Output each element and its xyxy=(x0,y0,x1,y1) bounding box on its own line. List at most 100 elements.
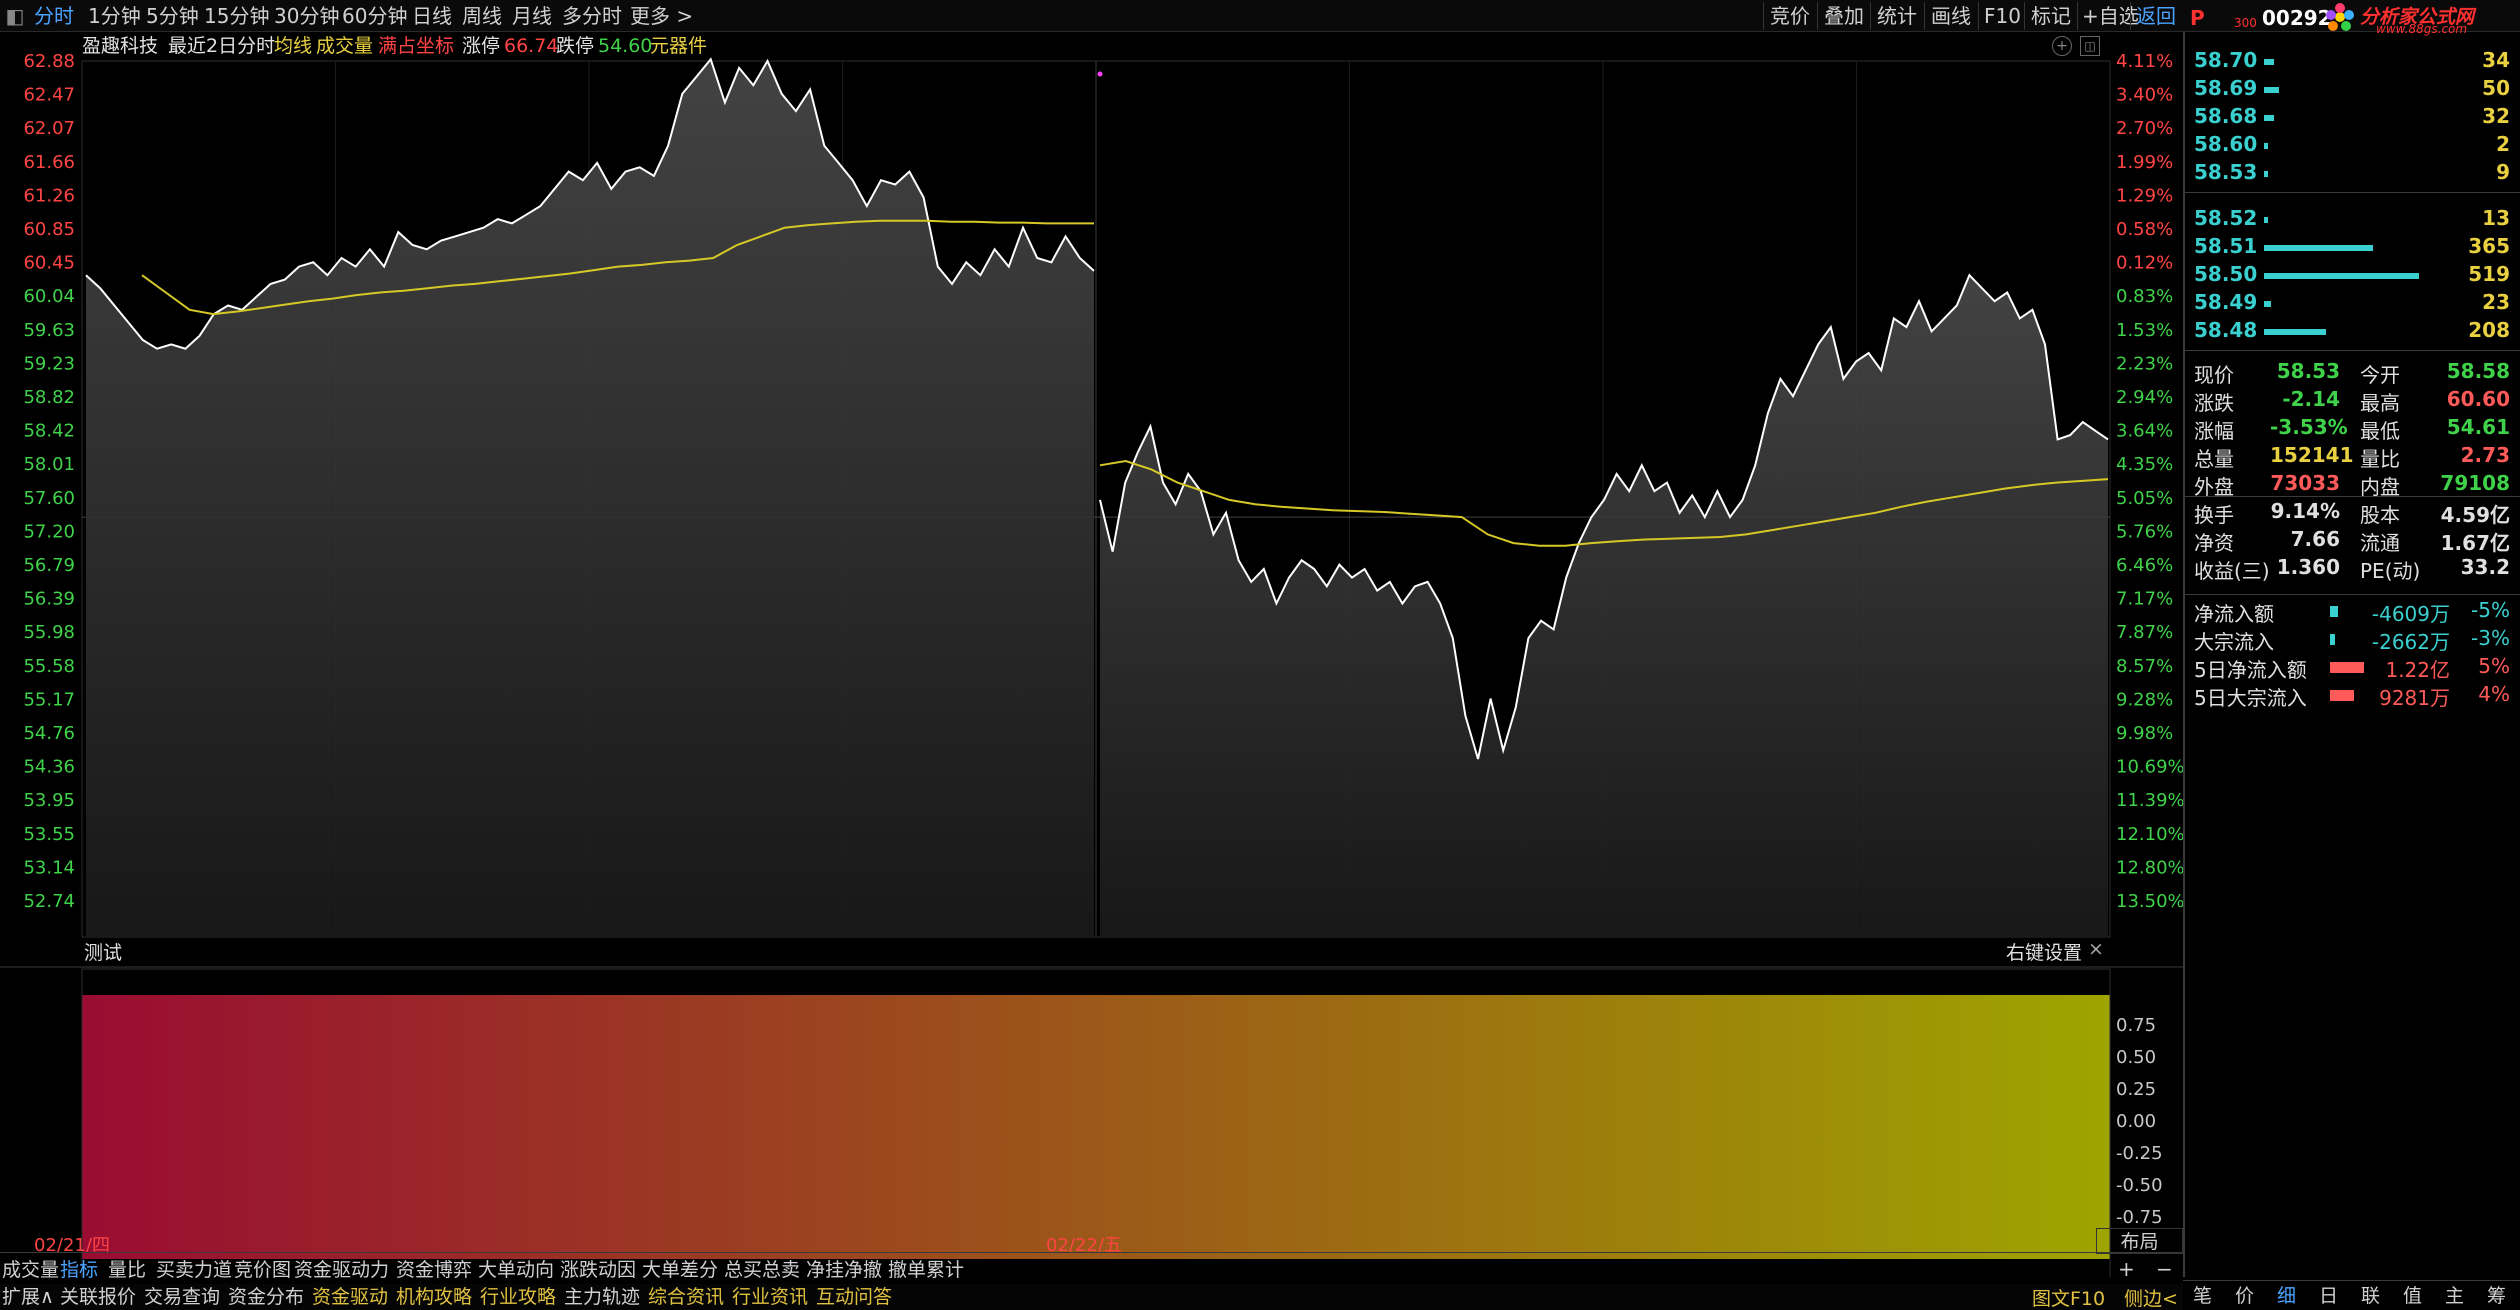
ask-level-vol: 32 xyxy=(2482,104,2510,128)
pct-tick: 4.11% xyxy=(2116,51,2173,72)
tool-mark[interactable]: 标记 xyxy=(2031,3,2071,29)
tab-daily[interactable]: 日线 xyxy=(412,3,452,29)
flow-value: 1.22亿 xyxy=(2385,658,2450,682)
tool-f10[interactable]: F10 xyxy=(1984,3,2021,29)
chart-area[interactable]: 62.88 4.11% 62.47 3.40% 62.07 2.70% 61.66 1.99%… xyxy=(0,32,2183,1277)
fullcoord-label[interactable]: 满占坐标 xyxy=(378,33,454,59)
tool-overlay[interactable]: 叠加 xyxy=(1824,3,1864,29)
ask-level-bar xyxy=(2264,59,2275,65)
indicator-tab[interactable]: 总买总卖 xyxy=(724,1257,800,1283)
extension-tab[interactable]: 交易查询 xyxy=(144,1284,220,1310)
tab-fenshi[interactable]: 分时 xyxy=(34,3,74,29)
ask-level-vol: 34 xyxy=(2482,48,2510,72)
ask-level-price[interactable]: 58.68 xyxy=(2194,104,2257,128)
indicator-tab[interactable]: 成交量 xyxy=(2,1257,59,1283)
tab-30min[interactable]: 30分钟 xyxy=(274,3,339,29)
indicator-tab[interactable]: 大单动向 xyxy=(478,1257,554,1283)
tab-1min[interactable]: 1分钟 xyxy=(88,3,141,29)
stat-value: 58.53 xyxy=(2276,359,2340,383)
ask-level-price[interactable]: 58.69 xyxy=(2194,76,2257,100)
tab-15min[interactable]: 15分钟 xyxy=(204,3,269,29)
ask-level-price[interactable]: 58.70 xyxy=(2194,48,2257,72)
indicator-tab[interactable]: 撤单累计 xyxy=(888,1257,964,1283)
ask-level-vol: 50 xyxy=(2482,76,2510,100)
zoom-in-icon[interactable]: + xyxy=(2052,36,2072,56)
ask-level-price[interactable]: 58.60 xyxy=(2194,132,2257,156)
price-tick: 60.04 xyxy=(23,286,75,307)
bid-level-price[interactable]: 58.51 xyxy=(2194,234,2257,258)
indicator-tab[interactable]: 涨跌动因 xyxy=(560,1257,636,1283)
panel-tab[interactable]: 价 xyxy=(2235,1283,2254,1309)
panel-tab[interactable]: 联 xyxy=(2361,1283,2380,1309)
ask-level-price[interactable]: 58.53 xyxy=(2194,160,2257,184)
back-button[interactable]: 返回 xyxy=(2136,3,2176,29)
indicator-tab[interactable]: 指标 xyxy=(60,1257,98,1283)
flow-pct: 5% xyxy=(2478,654,2510,678)
flow-label: 净流入额 xyxy=(2194,602,2274,626)
indicator-tab[interactable]: 资金驱动力 xyxy=(294,1257,389,1283)
sidebar-toggle-icon[interactable]: ◧ xyxy=(2,3,28,29)
price-area-fill xyxy=(86,59,2108,938)
top-toolbar: ◧ 分时 1分钟 5分钟 15分钟 30分钟 60分钟 日线 周线 月线 多分时… xyxy=(0,0,2520,32)
bid-level-price[interactable]: 58.49 xyxy=(2194,290,2257,314)
panel-tab[interactable]: 笔 xyxy=(2193,1283,2212,1309)
tool-auction[interactable]: 竞价 xyxy=(1770,3,1810,29)
bid-level-price[interactable]: 58.48 xyxy=(2194,318,2257,342)
extension-tab[interactable]: 主力轨迹 xyxy=(564,1284,640,1310)
price-tick: 54.76 xyxy=(23,723,75,744)
price-tick: 60.45 xyxy=(23,253,75,274)
flow-label: 5日净流入额 xyxy=(2194,658,2307,682)
extension-tab[interactable]: 扩展∧ xyxy=(2,1284,54,1310)
volume-label[interactable]: 成交量 xyxy=(316,33,373,59)
chart-mode[interactable]: 最近2日分时 xyxy=(168,33,275,59)
sector-label[interactable]: 元器件 xyxy=(650,33,707,59)
pct-tick: 5.05% xyxy=(2116,488,2173,509)
bid-level-price[interactable]: 58.50 xyxy=(2194,262,2257,286)
stat-label: 股本 xyxy=(2360,503,2400,527)
window-toggle-icon[interactable]: ◫ xyxy=(2080,36,2100,56)
indicator-settings[interactable]: 右键设置 xyxy=(2006,938,2082,965)
panel-tab[interactable]: 主 xyxy=(2445,1283,2464,1309)
tool-stats[interactable]: 统计 xyxy=(1877,3,1917,29)
zoom-plus-button[interactable]: + xyxy=(2118,1257,2135,1281)
f10-graphic-button[interactable]: 图文F10 xyxy=(2032,1284,2105,1310)
side-collapse-button[interactable]: 侧边< xyxy=(2124,1284,2178,1310)
tab-weekly[interactable]: 周线 xyxy=(462,3,502,29)
price-tick: 54.36 xyxy=(23,757,75,778)
extension-tab[interactable]: 综合资讯 xyxy=(648,1284,724,1310)
layout-button[interactable]: 布局 xyxy=(2096,1228,2183,1254)
avg-line-label[interactable]: 均线 xyxy=(274,33,312,59)
indicator-tab[interactable]: 买卖力道 xyxy=(156,1257,232,1283)
tab-more[interactable]: 更多 > xyxy=(630,3,693,29)
indicator-tab[interactable]: 资金博弈 xyxy=(396,1257,472,1283)
panel-tab[interactable]: 值 xyxy=(2403,1283,2422,1309)
close-indicator-icon[interactable]: × xyxy=(2088,938,2104,960)
tab-multi-fenshi[interactable]: 多分时 xyxy=(562,3,622,29)
indicator-tab[interactable]: 大单差分 xyxy=(642,1257,718,1283)
bid-level-price[interactable]: 58.52 xyxy=(2194,206,2257,230)
indicator-tick: 0.25 xyxy=(2116,1079,2156,1100)
panel-tab[interactable]: 筹 xyxy=(2487,1283,2506,1309)
panel-tab[interactable]: 细 xyxy=(2277,1283,2296,1309)
extension-tab[interactable]: 关联报价 xyxy=(60,1284,136,1310)
indicator-title: 测试 xyxy=(84,942,123,964)
extension-tab[interactable]: 行业攻略 xyxy=(480,1284,556,1310)
brand-logo: 分析家公式网 www.88gs.com xyxy=(2320,2,2520,36)
extension-tab[interactable]: 机构攻略 xyxy=(396,1284,472,1310)
extension-tab[interactable]: 行业资讯 xyxy=(732,1284,808,1310)
tab-5min[interactable]: 5分钟 xyxy=(146,3,199,29)
price-tick: 55.58 xyxy=(23,656,75,677)
zoom-minus-button[interactable]: − xyxy=(2156,1257,2173,1281)
panel-tab[interactable]: 日 xyxy=(2319,1283,2338,1309)
pct-tick: 4.35% xyxy=(2116,454,2173,475)
extension-tab[interactable]: 资金驱动 xyxy=(312,1284,388,1310)
indicator-tab[interactable]: 净挂净撤 xyxy=(806,1257,882,1283)
tool-draw-line[interactable]: 画线 xyxy=(1931,3,1971,29)
tab-60min[interactable]: 60分钟 xyxy=(342,3,407,29)
extension-tab[interactable]: 互动问答 xyxy=(816,1284,892,1310)
indicator-tab[interactable]: 竞价图 xyxy=(234,1257,291,1283)
indicator-tab[interactable]: 量比 xyxy=(108,1257,146,1283)
tab-monthly[interactable]: 月线 xyxy=(512,3,552,29)
extension-tab[interactable]: 资金分布 xyxy=(228,1284,304,1310)
price-tick: 53.14 xyxy=(23,857,75,878)
